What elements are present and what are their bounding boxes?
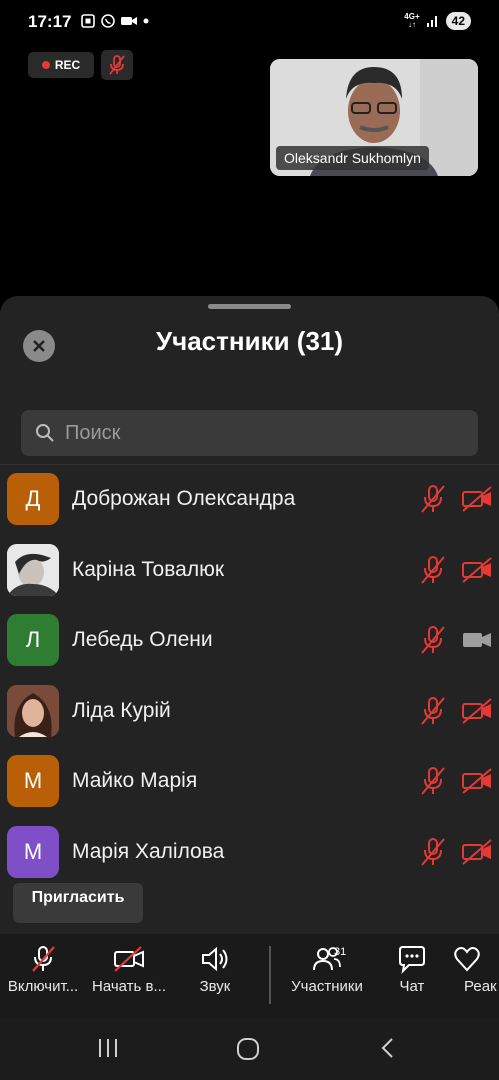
participant-row[interactable]: М Майко Марія xyxy=(0,746,499,817)
start-video-label: Начать в... xyxy=(92,978,166,995)
video-notification-icon xyxy=(121,17,137,25)
participants-label: Участники xyxy=(291,978,363,995)
drag-handle[interactable] xyxy=(208,304,291,309)
avatar-photo xyxy=(7,684,59,737)
participant-list: Д Доброжан Олександра Каріна Товалюк Л Л… xyxy=(0,464,499,887)
participant-row[interactable]: М Марія Халілова xyxy=(0,817,499,888)
chat-label: Чат xyxy=(399,978,425,995)
active-speaker-video[interactable]: Oleksandr Sukhomlyn xyxy=(270,59,478,176)
avatar: Д xyxy=(7,473,59,526)
unmute-label: Включит... xyxy=(7,978,79,995)
participant-row[interactable]: Каріна Товалюк xyxy=(0,535,499,606)
avatar: Л xyxy=(7,614,59,667)
dot-icon xyxy=(143,18,149,24)
chat-icon xyxy=(399,946,425,974)
host-muted-indicator[interactable] xyxy=(101,50,133,80)
network-type: 4G+ ↓↑ xyxy=(404,12,420,29)
video-off-icon[interactable] xyxy=(461,483,493,515)
recording-label: REC xyxy=(54,58,81,72)
reactions-label: Реак xyxy=(464,978,497,995)
participant-name: Майко Марія xyxy=(72,769,198,793)
video-on-icon[interactable] xyxy=(461,624,493,656)
panel-title: Участники (31) xyxy=(155,326,344,356)
reactions-button[interactable]: Реак xyxy=(452,944,499,995)
chat-button[interactable]: Чат xyxy=(367,944,457,995)
participant-name: Каріна Товалюк xyxy=(72,557,225,581)
avatar: М xyxy=(7,755,59,808)
recording-badge[interactable]: REC xyxy=(28,52,94,78)
search-input[interactable] xyxy=(65,421,445,445)
video-off-icon[interactable] xyxy=(461,836,493,868)
participant-row[interactable]: Л Лебедь Олени xyxy=(0,605,499,676)
record-dot-icon xyxy=(41,61,50,69)
video-off-icon[interactable] xyxy=(461,695,493,727)
participant-name: Доброжан Олександра xyxy=(72,487,296,511)
profile-photo xyxy=(7,543,59,596)
avatar-photo xyxy=(7,543,59,596)
battery-indicator: 42 xyxy=(445,12,471,30)
mic-off-icon[interactable] xyxy=(418,836,448,868)
participant-name: Лебедь Олени xyxy=(72,628,213,652)
status-time: 17:17 xyxy=(28,12,72,31)
mic-off-icon[interactable] xyxy=(418,695,448,727)
notification-icons xyxy=(80,13,150,29)
mic-off-icon[interactable] xyxy=(418,765,448,797)
participants-panel: Участники (31) Д Доброжан Олександра Кар… xyxy=(0,296,499,934)
video-off-icon[interactable] xyxy=(461,765,493,797)
heart-icon xyxy=(454,947,480,972)
system-nav-bar xyxy=(0,1018,499,1080)
invite-button[interactable]: Пригласить xyxy=(13,883,143,923)
participant-name: Ліда Курій xyxy=(72,698,171,722)
participant-row[interactable]: Д Доброжан Олександра xyxy=(0,464,499,535)
back-icon[interactable] xyxy=(376,1036,400,1060)
screen-share-icon xyxy=(81,14,95,28)
meeting-toolbar: Включит... Начать в... Звук 31 Участники… xyxy=(0,934,499,1018)
search-icon xyxy=(36,424,54,442)
toolbar-divider xyxy=(269,946,271,1004)
search-box[interactable] xyxy=(21,410,478,456)
video-off-icon xyxy=(114,946,144,972)
start-video-button[interactable]: Начать в... xyxy=(84,944,174,995)
mic-off-icon xyxy=(32,946,55,972)
participant-name: Марія Халілова xyxy=(72,839,225,863)
mic-off-icon[interactable] xyxy=(418,624,448,656)
participants-count-badge: 31 xyxy=(334,946,347,958)
mic-off-icon[interactable] xyxy=(418,554,448,586)
mic-off-icon xyxy=(109,55,125,75)
status-bar: 17:17 4G+ ↓↑ 42 xyxy=(0,0,499,46)
home-icon[interactable] xyxy=(235,1036,261,1062)
signal-icon xyxy=(426,16,437,27)
audio-label: Звук xyxy=(199,978,231,995)
avatar: М xyxy=(7,825,59,878)
participant-row[interactable]: Ліда Курій xyxy=(0,676,499,747)
speaker-name-label: Oleksandr Sukhomlyn xyxy=(276,146,429,170)
video-off-icon[interactable] xyxy=(461,554,493,586)
viber-icon xyxy=(101,14,115,28)
profile-photo xyxy=(7,684,59,737)
unmute-button[interactable]: Включит... xyxy=(0,944,88,995)
participants-button[interactable]: 31 Участники xyxy=(282,944,372,995)
speaker-icon xyxy=(202,946,228,972)
recent-apps-icon[interactable] xyxy=(96,1036,120,1060)
mic-off-icon[interactable] xyxy=(418,483,448,515)
audio-button[interactable]: Звук xyxy=(170,944,260,995)
